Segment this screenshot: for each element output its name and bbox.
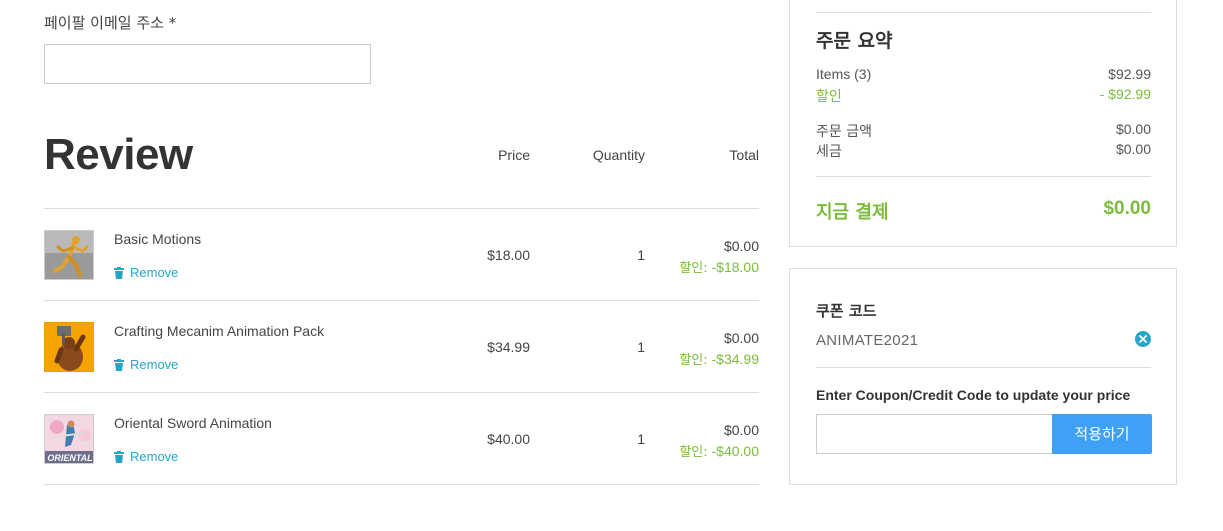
pay-now-label: 지금 결제: [816, 202, 889, 223]
item-quantity: 1: [637, 339, 645, 355]
divider: [816, 176, 1151, 177]
item-price: $34.99: [487, 339, 530, 355]
items-value: $92.99: [1108, 66, 1151, 82]
item-total: $0.00 할인: -$40.00: [644, 420, 759, 463]
summary-tax-row: 세금 $0.00: [816, 141, 1151, 161]
cart-item-basic-motions: Basic Motions Remove $18.00 1 $0.00 할인: …: [44, 209, 759, 301]
apply-coupon-button[interactable]: 적용하기: [1052, 414, 1152, 454]
discount-value: -$40.00: [711, 443, 759, 459]
trash-icon: [114, 450, 124, 463]
item-price: $40.00: [487, 431, 530, 447]
discount-value: -$34.99: [711, 351, 759, 367]
remove-button[interactable]: Remove: [114, 357, 178, 372]
item-total: $0.00 할인: -$18.00: [644, 236, 759, 279]
item-discount: 할인: -$40.00: [644, 441, 759, 463]
item-quantity: 1: [637, 431, 645, 447]
item-price: $18.00: [487, 247, 530, 263]
review-title: Review: [44, 130, 193, 179]
discount-label: 할인:: [679, 353, 708, 368]
divider: [44, 484, 759, 485]
trash-icon: [114, 358, 124, 371]
item-total-value: $0.00: [723, 330, 759, 346]
order-amount-value: $0.00: [1115, 121, 1151, 137]
oriental-sword-thumbnail[interactable]: ORIENTAL: [44, 414, 94, 464]
item-total-value: $0.00: [723, 422, 759, 438]
remove-label: Remove: [130, 449, 179, 464]
item-name[interactable]: Basic Motions: [114, 231, 201, 247]
item-name[interactable]: Oriental Sword Animation: [114, 415, 272, 431]
thumb-caption: ORIENTAL: [47, 453, 92, 463]
divider: [816, 367, 1151, 368]
remove-label: Remove: [130, 357, 179, 372]
pay-now-value: $0.00: [1103, 198, 1151, 219]
cart-item-oriental-sword: ORIENTAL Oriental Sword Animation Remove…: [44, 393, 759, 485]
discount-label: 할인:: [679, 261, 708, 276]
remove-label: Remove: [130, 265, 179, 280]
item-total-value: $0.00: [723, 238, 759, 254]
item-name[interactable]: Crafting Mecanim Animation Pack: [114, 323, 324, 339]
tax-label: 세금: [816, 144, 842, 160]
items-label: Items (3): [816, 66, 872, 82]
running-figure-thumbnail[interactable]: [44, 230, 94, 280]
coupon-hint: Enter Coupon/Credit Code to update your …: [816, 387, 1131, 403]
paypal-email-label: 페이팔 이메일 주소 *: [44, 14, 177, 32]
tax-value: $0.00: [1115, 141, 1151, 157]
total-column-header: Total: [729, 147, 759, 163]
trash-icon: [114, 266, 124, 279]
close-icon[interactable]: [1135, 331, 1151, 347]
item-total: $0.00 할인: -$34.99: [644, 328, 759, 371]
order-summary-title: 주문 요약: [816, 30, 893, 52]
price-column-header: Price: [498, 147, 530, 163]
quantity-column-header: Quantity: [592, 147, 645, 163]
applied-coupon-code: ANIMATE2021: [816, 332, 919, 349]
discount-value: -$18.00: [711, 259, 759, 275]
hammer-character-thumbnail[interactable]: [44, 322, 94, 372]
order-summary-panel: 주문 요약 Items (3) $92.99 할인 - $92.99 주문 금액…: [789, 0, 1177, 247]
paypal-email-input[interactable]: [44, 44, 371, 84]
discount-label: 할인:: [679, 445, 708, 460]
discount-label: 할인: [816, 89, 842, 105]
coupon-panel: 쿠폰 코드 ANIMATE2021 Enter Coupon/Credit Co…: [789, 268, 1177, 485]
summary-items-row: Items (3) $92.99: [816, 66, 1151, 82]
cart-item-crafting-mecanim: Crafting Mecanim Animation Pack Remove $…: [44, 301, 759, 393]
coupon-title: 쿠폰 코드: [816, 302, 877, 320]
summary-order-amount-row: 주문 금액 $0.00: [816, 121, 1151, 141]
remove-button[interactable]: Remove: [114, 265, 178, 280]
item-discount: 할인: -$18.00: [644, 257, 759, 279]
item-quantity: 1: [637, 247, 645, 263]
pay-now-row: 지금 결제 $0.00: [816, 198, 1151, 224]
coupon-input[interactable]: [816, 414, 1052, 454]
divider: [816, 12, 1151, 13]
discount-value: - $92.99: [1099, 86, 1151, 102]
summary-discount-row: 할인 - $92.99: [816, 86, 1151, 106]
order-amount-label: 주문 금액: [816, 124, 872, 140]
item-discount: 할인: -$34.99: [644, 349, 759, 371]
remove-button[interactable]: Remove: [114, 449, 178, 464]
